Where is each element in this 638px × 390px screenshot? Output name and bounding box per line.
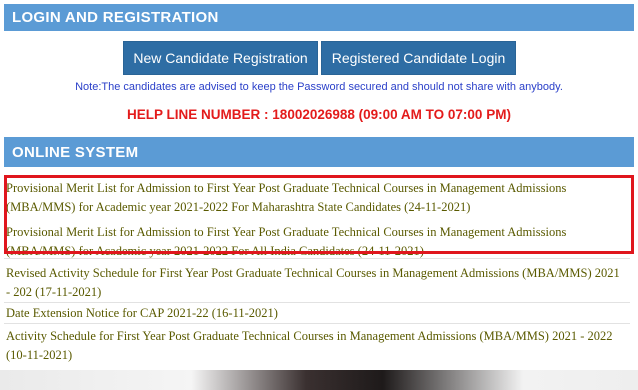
- helpline-number: HELP LINE NUMBER : 18002026988 (09:00 AM…: [127, 107, 511, 122]
- notice-link-activity-schedule[interactable]: Activity Schedule for First Year Post Gr…: [6, 327, 622, 365]
- banner-image-strip: [0, 370, 638, 390]
- login-button-row: New Candidate Registration Registered Ca…: [0, 41, 638, 75]
- online-system-title: ONLINE SYSTEM: [12, 143, 139, 161]
- notice-divider: [4, 323, 630, 324]
- notice-link-merit-list-all-india[interactable]: Provisional Merit List for Admission to …: [6, 223, 622, 261]
- login-registration-header: LOGIN AND REGISTRATION: [4, 4, 634, 31]
- new-candidate-registration-button[interactable]: New Candidate Registration: [123, 41, 318, 75]
- registered-candidate-login-button[interactable]: Registered Candidate Login: [321, 41, 516, 75]
- notice-divider: [4, 302, 630, 303]
- notice-divider: [4, 258, 630, 259]
- notice-link-revised-activity-schedule[interactable]: Revised Activity Schedule for First Year…: [6, 264, 622, 302]
- online-system-header: ONLINE SYSTEM: [4, 137, 634, 167]
- login-registration-title: LOGIN AND REGISTRATION: [12, 9, 219, 26]
- notice-link-merit-list-maharashtra[interactable]: Provisional Merit List for Admission to …: [6, 179, 622, 217]
- notice-link-date-extension[interactable]: Date Extension Notice for CAP 2021-22 (1…: [6, 304, 622, 323]
- password-note: Note:The candidates are advised to keep …: [75, 81, 563, 93]
